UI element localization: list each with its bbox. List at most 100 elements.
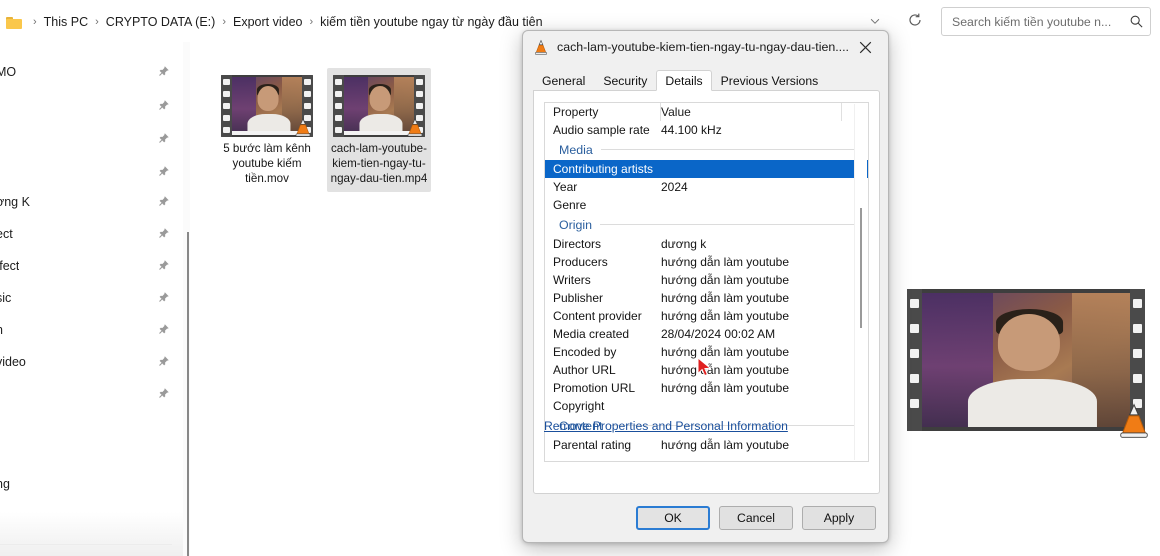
- pin-icon[interactable]: [157, 355, 170, 368]
- tab-details[interactable]: Details: [656, 70, 712, 91]
- tab-security[interactable]: Security: [594, 70, 656, 91]
- property-name: Encoded by: [553, 345, 617, 359]
- sidebar-item-label: ơng K: [0, 195, 30, 209]
- sidebar-item-8[interactable]: n: [0, 318, 182, 342]
- property-row-producers[interactable]: Producers hướng dẫn làm youtube: [545, 253, 868, 271]
- sidebar-item-3[interactable]: [0, 160, 182, 184]
- property-row-content-provider[interactable]: Content provider hướng dẫn làm youtube: [545, 307, 868, 325]
- property-name: Writers: [553, 273, 591, 287]
- close-button[interactable]: [843, 31, 888, 63]
- pin-icon[interactable]: [157, 99, 170, 112]
- group-rule: [600, 224, 856, 225]
- sidebar-item-label: ect: [0, 227, 13, 241]
- file-properties-dialog[interactable]: cach-lam-youtube-kiem-tien-ngay-tu-ngay-…: [522, 30, 889, 543]
- property-row-promotion-url[interactable]: Promotion URL hướng dẫn làm youtube: [545, 379, 868, 397]
- sidebar-item-4[interactable]: ơng K: [0, 190, 182, 214]
- dialog-title: cach-lam-youtube-kiem-tien-ngay-tu-ngay-…: [557, 40, 849, 54]
- sidebar-item-label: video: [0, 355, 26, 369]
- sidebar-item-1[interactable]: [0, 94, 182, 118]
- breadcrumb-item-crypto-data[interactable]: CRYPTO DATA (E:): [106, 15, 216, 29]
- navigation-sidebar[interactable]: ng video n sic ffect ect ơng K MO: [0, 42, 190, 556]
- sidebar-item-label: sic: [0, 291, 12, 305]
- file-tile-mp4[interactable]: cach-lam-youtube-kiem-tien-ngay-tu-ngay-…: [327, 68, 431, 192]
- property-row-contributing-artists[interactable]: Contributing artists: [545, 160, 868, 178]
- property-name: Contributing artists: [553, 162, 654, 176]
- pin-icon[interactable]: [157, 387, 170, 400]
- property-list[interactable]: Property Value Audio sample rate 44.100 …: [544, 102, 869, 462]
- pin-icon[interactable]: [157, 323, 170, 336]
- sidebar-item-label: ng: [0, 477, 10, 491]
- sidebar-item-9[interactable]: video: [0, 350, 182, 374]
- property-row-media-created[interactable]: Media created 28/04/2024 00:02 AM: [545, 325, 868, 343]
- cancel-button[interactable]: Cancel: [719, 506, 793, 530]
- property-name: Author URL: [553, 363, 616, 377]
- breadcrumb-item-this-pc[interactable]: This PC: [44, 15, 88, 29]
- refresh-icon[interactable]: [907, 12, 923, 28]
- breadcrumb-item-export-video[interactable]: Export video: [233, 15, 302, 29]
- chevron-down-icon[interactable]: [868, 14, 882, 28]
- pin-icon[interactable]: [157, 165, 170, 178]
- property-row-audio-sample-rate[interactable]: Audio sample rate 44.100 kHz: [545, 121, 868, 139]
- sidebar-item-5[interactable]: ect: [0, 222, 182, 246]
- pin-icon[interactable]: [157, 227, 170, 240]
- close-icon: [859, 41, 872, 53]
- dialog-title-bar[interactable]: cach-lam-youtube-kiem-tien-ngay-tu-ngay-…: [523, 31, 888, 63]
- search-icon[interactable]: [1129, 14, 1144, 29]
- property-value: hướng dẫn làm youtube: [661, 273, 789, 287]
- sidebar-item-10[interactable]: [0, 382, 182, 406]
- column-header-property: Property: [553, 105, 599, 119]
- property-row-genre[interactable]: Genre: [545, 196, 868, 214]
- file-tile-mov[interactable]: 5 bước làm kênh youtube kiếm tiền.mov: [215, 68, 319, 192]
- property-row-directors[interactable]: Directors dương k: [545, 235, 868, 253]
- property-row-parental-rating[interactable]: Parental rating hướng dẫn làm youtube: [545, 436, 868, 454]
- details-tab-panel: Property Value Audio sample rate 44.100 …: [533, 90, 880, 494]
- property-value: 2024: [661, 180, 688, 194]
- search-placeholder: Search kiếm tiền youtube n...: [952, 14, 1112, 29]
- vlc-cone-icon: [533, 39, 549, 55]
- group-label: Media: [559, 142, 593, 157]
- column-divider[interactable]: [660, 103, 661, 121]
- property-row-publisher[interactable]: Publisher hướng dẫn làm youtube: [545, 289, 868, 307]
- sidebar-item-7[interactable]: sic: [0, 286, 182, 310]
- video-film-thumbnail: [333, 75, 425, 137]
- sidebar-item-6[interactable]: ffect: [0, 254, 182, 278]
- video-film-thumbnail: [221, 75, 313, 137]
- property-row-copyright[interactable]: Copyright: [545, 397, 868, 415]
- property-group-media: Media: [545, 139, 868, 160]
- property-list-header: Property Value: [545, 103, 868, 121]
- tab-general[interactable]: General: [533, 70, 594, 91]
- tab-previous-versions[interactable]: Previous Versions: [712, 70, 828, 91]
- breadcrumb-separator: ›: [33, 16, 37, 28]
- property-value: hướng dẫn làm youtube: [661, 381, 789, 395]
- pin-icon[interactable]: [157, 291, 170, 304]
- dialog-buttons: OK Cancel Apply: [523, 506, 888, 530]
- property-value: dương k: [661, 237, 707, 251]
- property-group-origin: Origin: [545, 214, 868, 235]
- property-row-writers[interactable]: Writers hướng dẫn làm youtube: [545, 271, 868, 289]
- property-name: Copyright: [553, 399, 605, 413]
- sidebar-item-0[interactable]: MO: [0, 60, 182, 84]
- sidebar-scrollbar-thumb[interactable]: [187, 232, 189, 556]
- group-label: Origin: [559, 217, 593, 232]
- pin-icon[interactable]: [157, 65, 170, 78]
- pin-icon[interactable]: [157, 259, 170, 272]
- property-row-year[interactable]: Year 2024: [545, 178, 868, 196]
- remove-properties-link[interactable]: Remove Properties and Personal Informati…: [544, 419, 788, 433]
- pin-icon[interactable]: [157, 132, 170, 145]
- folder-icon: [6, 15, 23, 29]
- property-row-author-url[interactable]: Author URL hướng dẫn làm youtube: [545, 361, 868, 379]
- breadcrumb-separator: ›: [309, 16, 314, 28]
- property-list-scrollbar-thumb[interactable]: [860, 208, 862, 328]
- file-explorer-window: › This PC › CRYPTO DATA (E:) › Export vi…: [0, 0, 1160, 556]
- ok-button[interactable]: OK: [636, 506, 710, 530]
- property-row-encoded-by[interactable]: Encoded by hướng dẫn làm youtube: [545, 343, 868, 361]
- column-divider[interactable]: [841, 103, 842, 121]
- breadcrumb-item-current-folder[interactable]: kiếm tiền youtube ngay từ ngày đầu tiên: [320, 15, 542, 29]
- apply-button[interactable]: Apply: [802, 506, 876, 530]
- dialog-tab-strip[interactable]: General Security Details Previous Versio…: [533, 69, 880, 91]
- property-value: hướng dẫn làm youtube: [661, 363, 789, 377]
- pin-icon[interactable]: [157, 195, 170, 208]
- sidebar-item-2[interactable]: [0, 127, 182, 151]
- search-input[interactable]: Search kiếm tiền youtube n...: [941, 7, 1151, 36]
- sidebar-item-11[interactable]: ng: [0, 472, 182, 496]
